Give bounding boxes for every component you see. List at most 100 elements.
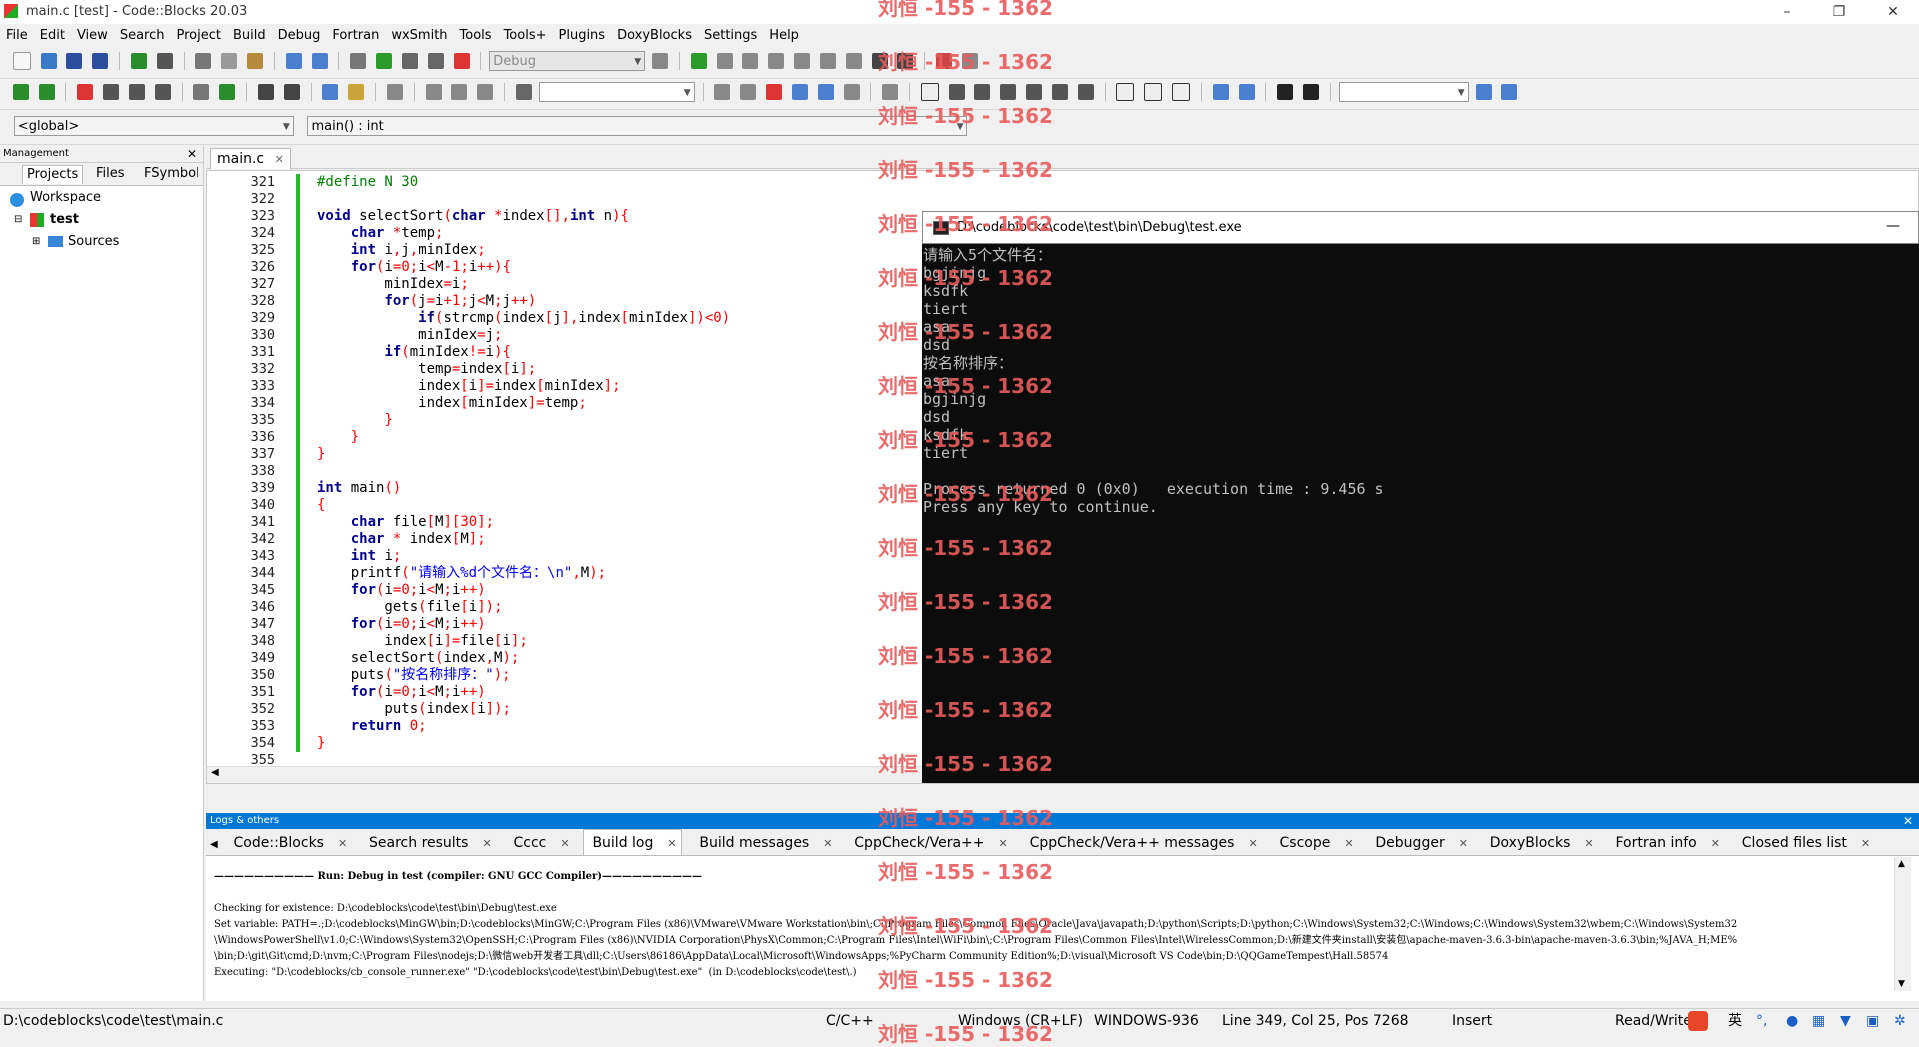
menu-help[interactable]: Help [763,26,805,46]
code-line[interactable]: gets(file[i]); [317,599,730,616]
close-icon[interactable]: ✕ [478,831,491,855]
tab-main-c[interactable]: main.c ✕ [210,148,291,169]
menu-plugins[interactable]: Plugins [553,26,612,46]
tab-cccc[interactable]: Cccc ✕ [506,830,574,855]
close-icon[interactable]: ✕ [663,831,676,855]
zoom-in-icon[interactable] [1212,84,1229,100]
collapse-icon[interactable]: ⊟ [14,210,22,230]
font-icon[interactable] [817,84,834,100]
bookmark-next-icon[interactable] [128,84,145,100]
scroll-up-icon[interactable]: ▲ [1898,859,1905,869]
find-icon[interactable] [285,53,302,69]
maximize-button[interactable]: ❐ [1816,0,1862,24]
sparkle-icon[interactable] [843,84,860,100]
save-all-icon[interactable] [92,53,109,69]
build-run-icon[interactable] [401,53,418,69]
code-line[interactable]: void selectSort(char *index[],int n){ [317,208,730,225]
code-line[interactable]: int i; [317,548,730,565]
code-line[interactable]: index[i]=file[i]; [317,633,730,650]
s-icon[interactable] [1277,84,1294,100]
code-line[interactable]: minIdex=j; [317,327,730,344]
zoom-out-icon[interactable] [1238,84,1255,100]
code-line[interactable] [317,463,730,480]
code-line[interactable]: minIdex=i; [317,276,730,293]
scope-select[interactable]: <global> ▼ [13,116,294,136]
frame-c-icon[interactable] [1172,83,1191,101]
abort-icon[interactable] [453,53,470,69]
ime-grid-icon[interactable]: ▣ [1866,1009,1879,1033]
select-all-icon[interactable] [791,84,808,100]
code-line[interactable]: puts("按名称排序："); [317,667,730,684]
next-line-icon[interactable] [742,53,759,69]
ime-shirt-icon[interactable]: ▼ [1840,1009,1851,1033]
menu-project[interactable]: Project [170,26,226,46]
menu-file[interactable]: File [0,26,34,46]
undo-icon[interactable] [130,53,147,69]
close-icon[interactable]: ✕ [187,146,197,162]
code-line[interactable]: { [317,497,730,514]
close-icon[interactable]: ✕ [1903,813,1913,829]
open-icon[interactable] [40,53,57,69]
code-line[interactable]: for(j=i+1;j<M;j++) [317,293,730,310]
code-text[interactable]: #define N 30 void selectSort(char *index… [317,174,730,783]
search-options-icon[interactable] [1501,84,1518,100]
close-icon[interactable]: ✕ [995,831,1008,855]
ime-mic-icon[interactable]: ● [1786,1009,1798,1033]
close-icon[interactable]: ✕ [819,831,832,855]
code-line[interactable] [317,191,730,208]
minimize-button[interactable]: – [1764,0,1810,24]
expand-icon[interactable]: ⊞ [32,232,40,252]
close-icon[interactable]: ✕ [1580,831,1593,855]
code-line[interactable]: if(minIdex!=i){ [317,344,730,361]
scroll-down-icon[interactable]: ▼ [1898,979,1905,989]
highlight-text-icon[interactable] [766,84,783,100]
console-window[interactable]: D:\codeblocks\code\test\bin\Debug\test.e… [922,211,1919,783]
tab-debugger[interactable]: Debugger ✕ [1367,830,1472,855]
close-icon[interactable]: ✕ [1455,831,1468,855]
tab-cscope[interactable]: Cscope ✕ [1272,830,1358,855]
menu-tools[interactable]: Tools [454,26,498,46]
ime-keyboard-icon[interactable]: ▦ [1812,1009,1825,1033]
tab-projects[interactable]: Projects [22,165,84,184]
search-select[interactable]: ▼ [1338,82,1469,102]
code-line[interactable]: char file[M][30]; [317,514,730,531]
code-line[interactable]: for(i=0;i<M;i++) [317,582,730,599]
next-function-icon[interactable] [477,84,494,100]
shape-grid-icon[interactable] [974,84,991,100]
tab-build-messages[interactable]: Build messages ✕ [691,830,836,855]
find-text-select[interactable]: ▼ [538,82,695,102]
logs-vertical-scrollbar[interactable]: ▲ ▼ [1894,857,1911,991]
tabs-scroll-left-icon[interactable]: ◀ [206,832,222,855]
jump-forward-icon[interactable] [38,84,55,100]
next-instruction-icon[interactable] [819,53,836,69]
find-next-icon[interactable] [740,84,757,100]
menu-fortran[interactable]: Fortran [326,26,385,46]
debug-continue-icon[interactable] [690,53,707,69]
code-line[interactable]: for(i=0;i<M-1;i++){ [317,259,730,276]
bookmark-clear-icon[interactable] [154,84,171,100]
code-line[interactable]: for(i=0;i<M;i++) [317,684,730,701]
cut-icon[interactable] [195,53,212,69]
tab-cppcheck[interactable]: CppCheck/Vera++ ✕ [846,830,1011,855]
close-icon[interactable]: ✕ [1244,831,1257,855]
code-line[interactable]: printf("请输入%d个文件名：\n",M); [317,565,730,582]
code-line[interactable]: index[minIdex]=temp; [317,395,730,412]
close-window-button[interactable]: ✕ [1870,0,1916,24]
tab-cppcheck-messages[interactable]: CppCheck/Vera++ messages ✕ [1022,830,1262,855]
code-line[interactable]: int main() [317,480,730,497]
tab-files[interactable]: Files [92,165,129,183]
code-line[interactable]: } [317,412,730,429]
menu-doxyblocks[interactable]: DoxyBlocks [611,26,698,46]
comment-icon[interactable] [257,84,274,100]
tab-fsymbols[interactable]: FSymbols [140,165,198,183]
bookmark-toggle-icon[interactable] [77,84,94,100]
tab-doxyblocks[interactable]: DoxyBlocks ✕ [1482,830,1598,855]
tab-fortran-info[interactable]: Fortran info ✕ [1607,830,1724,855]
code-line[interactable]: } [317,735,730,752]
tab-search-results[interactable]: Search results ✕ [361,830,496,855]
close-icon[interactable]: ✕ [556,831,569,855]
breakpoint-dot-icon[interactable] [451,84,468,100]
uncomment-icon[interactable] [283,84,300,100]
code-line[interactable]: puts(index[i]); [317,701,730,718]
replace-icon[interactable] [311,53,328,69]
